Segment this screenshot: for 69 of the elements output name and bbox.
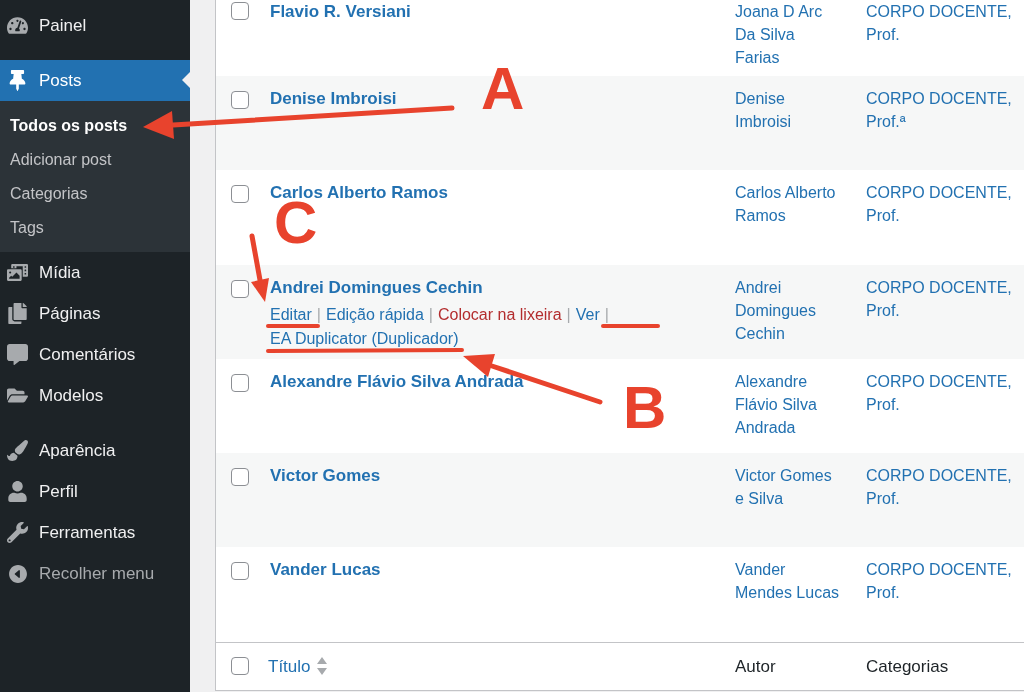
post-title-link[interactable]: Flavio R. Versiani: [270, 0, 411, 23]
checkbox[interactable]: [231, 373, 249, 392]
category-links[interactable]: CORPO DOCENTE, Prof.: [866, 0, 1018, 46]
gauge-icon: [7, 15, 28, 36]
sidebar-menu-item[interactable]: Aparência: [0, 430, 190, 471]
column-header: Categorias: [866, 656, 949, 676]
post-title-link[interactable]: Victor Gomes: [270, 464, 381, 488]
post-title-link[interactable]: Alexandre Flávio Silva Andrada: [270, 369, 524, 393]
checkbox[interactable]: [231, 185, 249, 204]
column-header: Autor: [735, 656, 776, 676]
category-links[interactable]: CORPO DOCENTE, Prof.: [866, 464, 1018, 511]
checkbox[interactable]: [231, 657, 249, 676]
wrench-icon: [7, 522, 28, 543]
collapse-menu-button[interactable]: Recolher menu: [0, 553, 155, 594]
sidebar-menu-item[interactable]: Comentários: [0, 334, 190, 375]
annotation-letter: B: [623, 386, 667, 430]
author-link[interactable]: Denise Imbroisi: [735, 87, 841, 133]
row-action-link[interactable]: Edição rápida: [325, 302, 424, 327]
post-title-link[interactable]: Vander Lucas: [270, 558, 381, 582]
sidebar-menu-item[interactable]: Páginas: [0, 293, 190, 334]
action-separator: |: [428, 304, 433, 325]
row-action-link[interactable]: Editar: [270, 302, 312, 327]
speech-bubble-icon: [7, 344, 28, 365]
submenu-item[interactable]: Categorias: [0, 177, 190, 211]
checkbox[interactable]: [231, 468, 249, 487]
post-title-link[interactable]: Denise Imbroisi: [270, 87, 397, 110]
pages-icon: [7, 303, 28, 324]
category-links[interactable]: CORPO DOCENTE, Prof.ª: [866, 87, 1018, 133]
annotation-underline: [601, 324, 660, 328]
submenu-item[interactable]: Adicionar post: [0, 143, 190, 177]
annotation-letter: A: [481, 67, 525, 111]
action-separator: |: [604, 304, 609, 325]
checkbox[interactable]: [231, 562, 249, 581]
action-separator: |: [566, 304, 571, 325]
submenu-item[interactable]: Tags: [0, 211, 190, 245]
annotation-letter: C: [274, 201, 318, 245]
row-action-link[interactable]: Colocar na lixeira: [437, 302, 562, 327]
paintbrush-icon: [7, 440, 28, 461]
annotation-underline: [266, 324, 320, 328]
pushpin-icon: [7, 70, 28, 91]
checkbox[interactable]: [231, 2, 249, 20]
checkbox[interactable]: [231, 279, 249, 298]
author-link[interactable]: Andrei Domingues Cechin: [735, 275, 841, 345]
author-link[interactable]: Alexandre Flávio Silva Andrada: [735, 369, 841, 439]
sort-icon: [316, 657, 327, 676]
row-action-link[interactable]: Ver: [575, 302, 600, 327]
author-link[interactable]: Vander Mendes Lucas: [735, 558, 841, 605]
row-action-link[interactable]: EA Duplicator (Duplicador): [270, 326, 459, 351]
category-links[interactable]: CORPO DOCENTE, Prof.: [866, 181, 1018, 228]
media-icon: [7, 262, 28, 283]
submenu-item[interactable]: Todos os posts: [0, 109, 190, 143]
person-icon: [7, 481, 28, 502]
post-title-link[interactable]: Andrei Domingues Cechin: [270, 275, 483, 299]
author-link[interactable]: Carlos Alberto Ramos: [735, 181, 841, 228]
sidebar-menu-item[interactable]: Modelos: [0, 375, 190, 416]
sidebar-menu-item[interactable]: Posts: [0, 60, 190, 101]
category-links[interactable]: CORPO DOCENTE, Prof.: [866, 558, 1018, 605]
category-links[interactable]: CORPO DOCENTE, Prof.: [866, 369, 1018, 416]
annotation-arrow: [249, 233, 269, 302]
sidebar-menu-item[interactable]: Perfil: [0, 471, 190, 512]
sidebar-menu-item[interactable]: Mídia: [0, 252, 190, 293]
checkbox[interactable]: [231, 91, 249, 109]
sidebar-menu-item[interactable]: Ferramentas: [0, 512, 190, 553]
sortable-column-header[interactable]: Título: [268, 653, 327, 680]
author-link[interactable]: Victor Gomes e Silva: [735, 464, 841, 511]
action-separator: |: [316, 304, 321, 325]
author-link[interactable]: Joana D Arc Da Silva Farias: [735, 0, 841, 69]
sidebar-menu-item[interactable]: Painel: [0, 5, 190, 46]
category-links[interactable]: CORPO DOCENTE, Prof.: [866, 275, 1018, 322]
